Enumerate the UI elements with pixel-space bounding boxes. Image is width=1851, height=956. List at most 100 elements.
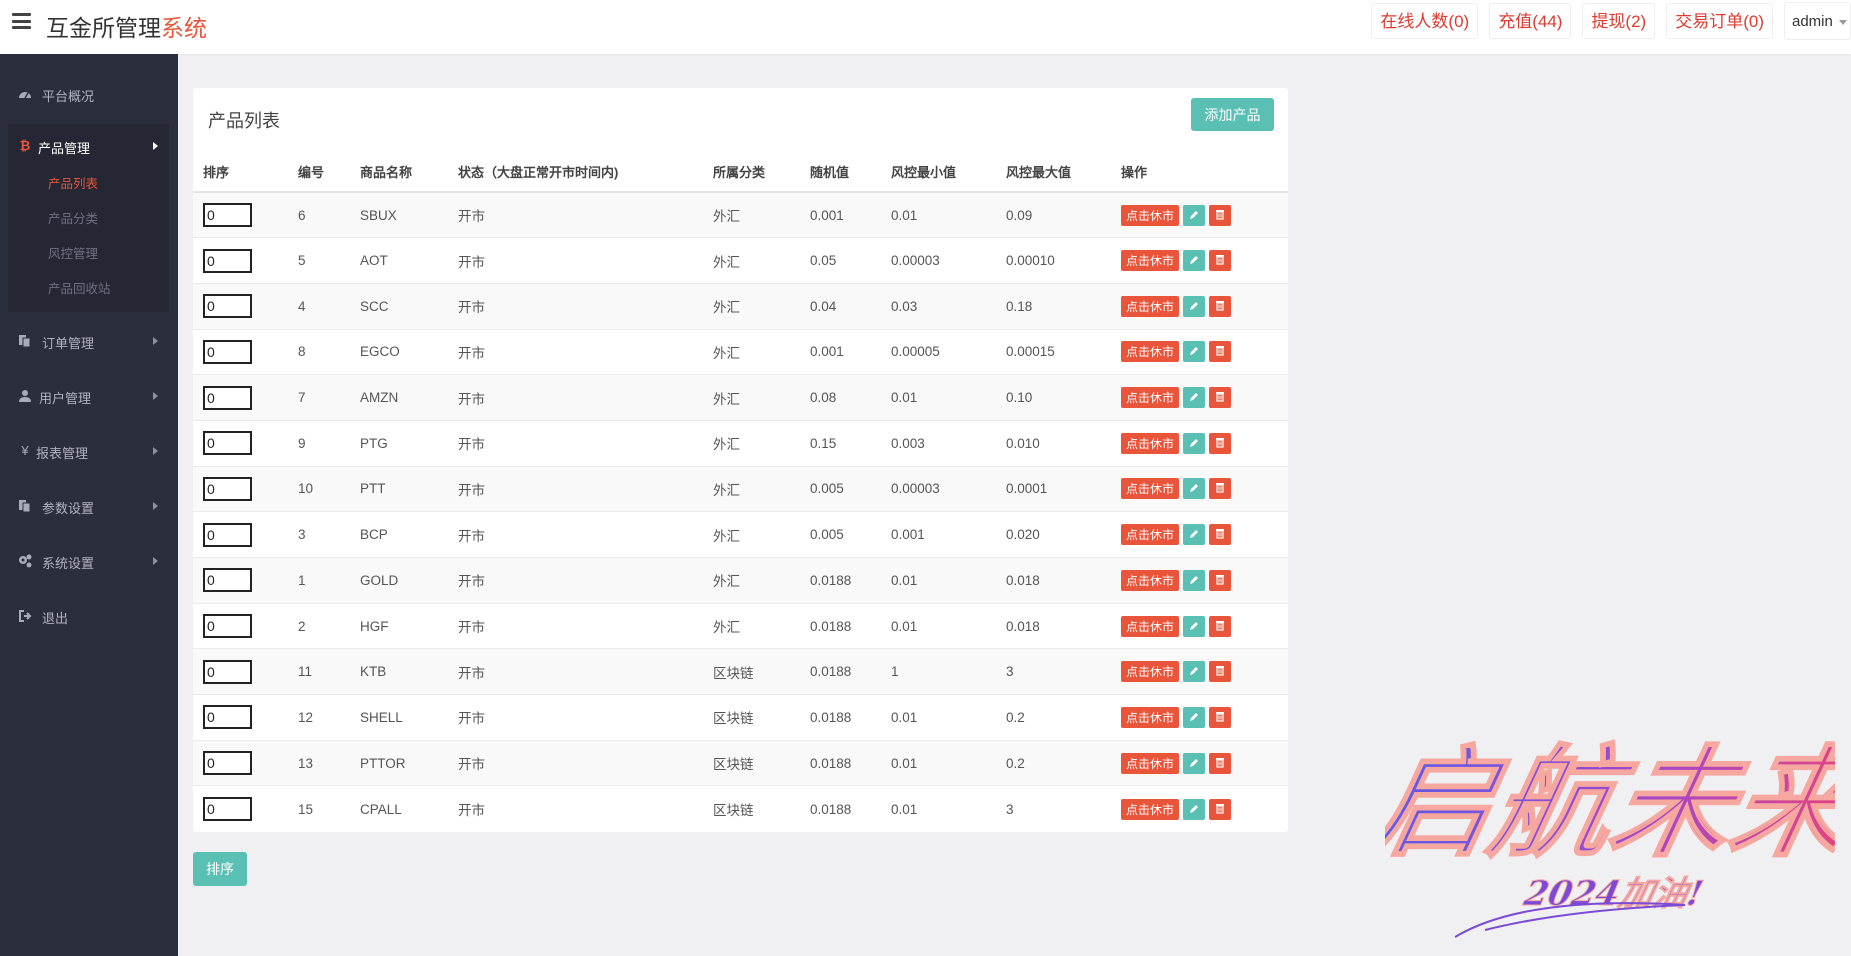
sort-order-input[interactable] [203,522,252,547]
close-market-button[interactable]: 点击休市 [1121,204,1180,226]
trade-orders-button[interactable]: 交易订单(0) [1666,3,1773,39]
sidebar-item-product-recycle[interactable]: 产品回收站 [48,278,111,297]
close-market-button[interactable]: 点击休市 [1121,752,1180,774]
edit-button[interactable] [1183,204,1206,226]
delete-button[interactable] [1209,615,1232,637]
edit-button[interactable] [1183,661,1206,683]
risk-max-cell: 0.020 [996,511,1111,558]
actions-cell: 点击休市 [1111,328,1288,375]
delete-button[interactable] [1209,250,1232,272]
product-name-cell: PTG [350,419,448,467]
edit-button[interactable] [1183,524,1206,546]
delete-button[interactable] [1209,524,1232,546]
close-market-button[interactable]: 点击休市 [1121,524,1180,546]
sort-order-input[interactable] [203,659,252,684]
column-header: 状态（大盘正常开市时间内) [448,152,703,193]
id-cell: 3 [288,511,350,558]
close-market-button[interactable]: 点击休市 [1121,250,1180,272]
edit-button[interactable] [1183,432,1206,454]
close-market-button[interactable]: 点击休市 [1121,295,1180,317]
sidebar-item-orders[interactable]: 订单管理 [0,321,178,361]
trash-icon [1215,664,1225,679]
edit-button[interactable] [1183,615,1206,637]
sort-order-input[interactable] [203,476,252,501]
delete-button[interactable] [1209,432,1232,454]
close-market-button[interactable]: 点击休市 [1121,478,1180,500]
sidebar-item-reports[interactable]: ¥ 报表管理 [0,431,178,471]
close-market-button[interactable]: 点击休市 [1121,569,1180,591]
table-row: 6SBUX开市外汇0.0010.010.09 点击休市 [193,191,1288,238]
sort-order-input[interactable] [203,705,252,730]
sort-cell [193,191,288,238]
delete-button[interactable] [1209,752,1232,774]
sort-order-input[interactable] [203,203,252,228]
sort-order-input[interactable] [203,248,252,273]
sidebar-item-risk-control[interactable]: 风控管理 [48,243,98,262]
sort-button[interactable]: 排序 [193,852,247,886]
sort-order-input[interactable] [203,568,252,593]
trash-icon [1215,527,1225,542]
delete-button[interactable] [1209,706,1232,728]
delete-button[interactable] [1209,798,1232,820]
sort-order-input[interactable] [203,339,252,364]
close-market-button[interactable]: 点击休市 [1121,706,1180,728]
withdraw-button[interactable]: 提现(2) [1582,3,1656,39]
edit-button[interactable] [1183,706,1206,728]
sort-order-input[interactable] [203,751,252,776]
add-product-button[interactable]: 添加产品 [1191,98,1274,131]
edit-button[interactable] [1183,569,1206,591]
sort-order-input[interactable] [203,431,252,456]
delete-button[interactable] [1209,569,1232,591]
table-row: 5AOT开市外汇0.050.000030.00010 点击休市 [193,237,1288,284]
delete-button[interactable] [1209,661,1232,683]
sidebar-item-params[interactable]: 参数设置 [0,486,178,526]
delete-button[interactable] [1209,341,1232,363]
sidebar-item-logout[interactable]: 退出 [0,596,178,636]
sidebar-item-system[interactable]: 系统设置 [0,541,178,581]
chevron-right-icon [153,142,158,150]
actions-cell: 点击休市 [1111,739,1288,786]
menu-toggle-icon[interactable] [12,13,31,29]
edit-button[interactable] [1183,478,1206,500]
online-users-button[interactable]: 在线人数(0) [1371,3,1479,39]
close-market-button[interactable]: 点击休市 [1121,798,1180,820]
delete-button[interactable] [1209,295,1232,317]
sort-order-input[interactable] [203,294,252,319]
product-name-cell: KTB [350,648,448,695]
sort-order-input[interactable] [203,385,252,410]
close-market-button[interactable]: 点击休市 [1121,615,1180,637]
actions-cell: 点击休市 [1111,694,1288,741]
risk-min-cell: 0.01 [881,694,996,741]
sidebar-item-users[interactable]: 用户管理 [0,376,178,416]
actions-cell: 点击休市 [1111,374,1288,421]
trash-icon [1215,573,1225,588]
watermark-main-text: 启航未来 [1385,732,1835,873]
edit-button[interactable] [1183,387,1206,409]
edit-button[interactable] [1183,341,1206,363]
edit-button[interactable] [1183,295,1206,317]
close-market-button[interactable]: 点击休市 [1121,661,1180,683]
sort-order-input[interactable] [203,797,252,822]
table-row: 3BCP开市外汇0.0050.0010.020 点击休市 [193,511,1288,558]
sidebar-item-product-category[interactable]: 产品分类 [48,208,98,227]
sort-order-input[interactable] [203,614,252,639]
edit-button[interactable] [1183,752,1206,774]
sidebar-item-product-management[interactable]: ₿ 产品管理 [0,126,178,166]
close-market-button[interactable]: 点击休市 [1121,341,1180,363]
chevron-down-icon [1839,20,1847,25]
risk-min-cell: 0.01 [881,739,996,786]
trash-icon [1215,756,1225,771]
user-menu[interactable]: admin [1784,2,1851,40]
sidebar-item-overview[interactable]: 平台概况 [0,74,178,114]
close-market-button[interactable]: 点击休市 [1121,432,1180,454]
edit-button[interactable] [1183,250,1206,272]
delete-button[interactable] [1209,478,1232,500]
category-cell: 外汇 [703,419,800,467]
recharge-button[interactable]: 充值(44) [1489,3,1572,39]
delete-button[interactable] [1209,204,1232,226]
close-market-button[interactable]: 点击休市 [1121,387,1180,409]
sidebar-item-product-list[interactable]: 产品列表 [48,173,98,192]
delete-button[interactable] [1209,387,1232,409]
edit-button[interactable] [1183,798,1206,820]
risk-max-cell: 3 [996,785,1111,832]
